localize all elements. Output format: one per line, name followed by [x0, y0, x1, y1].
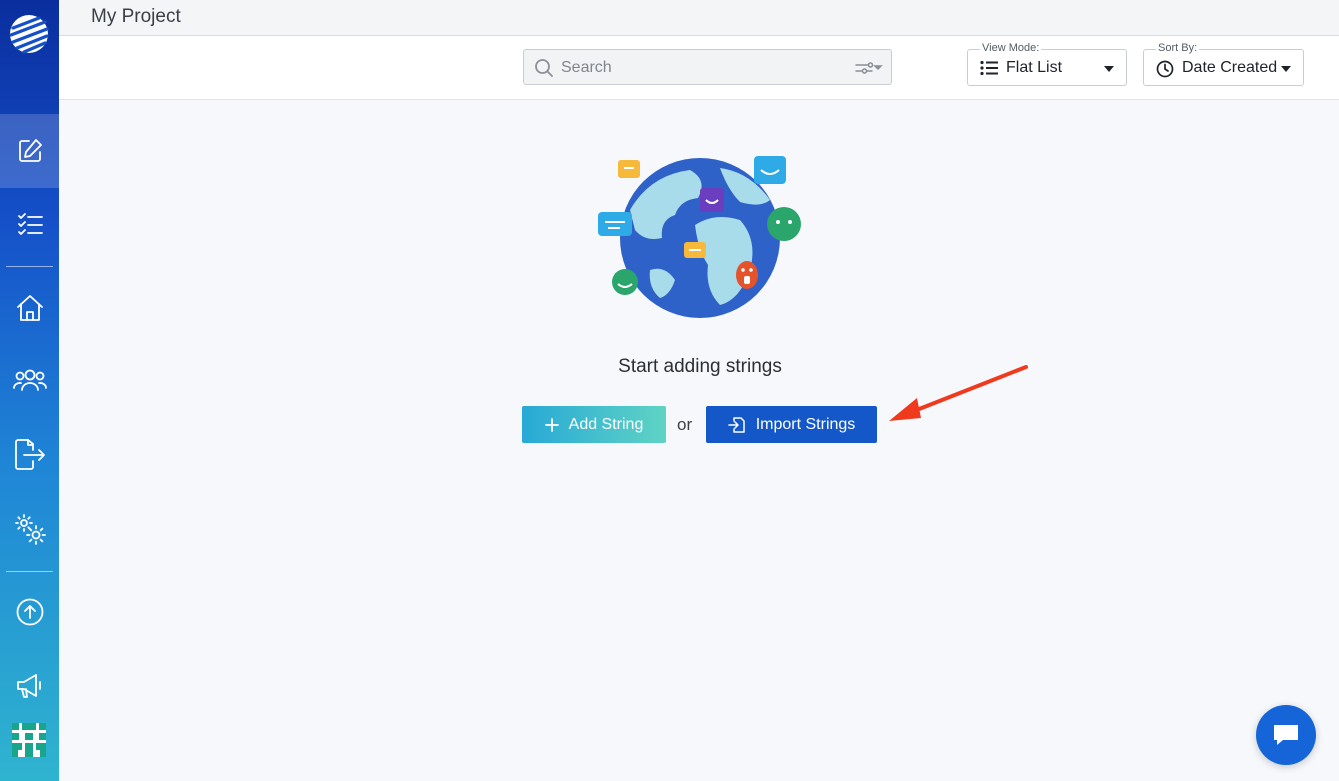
plus-icon: [544, 417, 559, 432]
sort-by-caption: Sort By:: [1156, 42, 1200, 54]
search-input[interactable]: Search: [523, 49, 892, 85]
view-mode-value: Flat List: [1006, 59, 1063, 76]
or-separator: or: [677, 415, 693, 434]
edit-icon: [18, 139, 42, 162]
annotation-arrow-icon: [889, 365, 1028, 421]
add-string-label: Add String: [568, 415, 644, 433]
view-mode-select[interactable]: View Mode: Flat List: [967, 42, 1127, 86]
home-icon: [16, 295, 43, 321]
globe-illustration: [598, 156, 801, 318]
checklist-icon: [17, 213, 43, 235]
page-title: My Project: [91, 6, 181, 27]
sidebar-item-export[interactable]: [0, 425, 59, 485]
sidebar-item-editor[interactable]: [0, 114, 59, 188]
sort-by-select[interactable]: Sort By: Date Created: [1143, 42, 1304, 86]
sidebar-item-announcements[interactable]: [0, 656, 59, 716]
add-string-button[interactable]: Add String: [522, 406, 666, 443]
avatar-icon[interactable]: [12, 723, 46, 757]
list-icon: [980, 60, 998, 76]
chevron-down-icon: [1104, 66, 1114, 72]
chat-icon: [1274, 725, 1298, 745]
sidebar-item-settings[interactable]: [0, 499, 59, 559]
view-mode-caption: View Mode:: [980, 42, 1042, 54]
title-bar: My Project: [59, 0, 1339, 36]
sidebar-item-upgrade[interactable]: [0, 582, 59, 642]
upload-icon: [16, 598, 43, 626]
toolbar: Search View Mode: Flat List Sort By: Dat…: [59, 36, 1339, 100]
app-logo-icon[interactable]: [9, 14, 49, 54]
chevron-down-icon: [1281, 66, 1291, 72]
empty-state-title: Start adding strings: [618, 356, 782, 377]
settings-icon: [14, 514, 46, 545]
sort-by-value: Date Created: [1182, 59, 1278, 76]
search-placeholder: Search: [561, 59, 612, 76]
megaphone-icon: [16, 674, 41, 698]
search-icon: [535, 59, 553, 77]
import-icon: [727, 416, 745, 433]
sidebar-item-home[interactable]: [0, 278, 59, 338]
clock-icon: [1156, 60, 1174, 78]
import-strings-button[interactable]: Import Strings: [706, 406, 877, 443]
filter-icon[interactable]: [855, 61, 883, 75]
sidebar-item-tasks[interactable]: [0, 194, 59, 254]
export-icon: [14, 439, 45, 470]
sidebar-divider: [6, 266, 53, 267]
chat-button[interactable]: [1256, 705, 1316, 765]
sidebar: [0, 0, 59, 781]
sidebar-divider: [6, 571, 53, 572]
import-strings-label: Import Strings: [755, 415, 856, 433]
